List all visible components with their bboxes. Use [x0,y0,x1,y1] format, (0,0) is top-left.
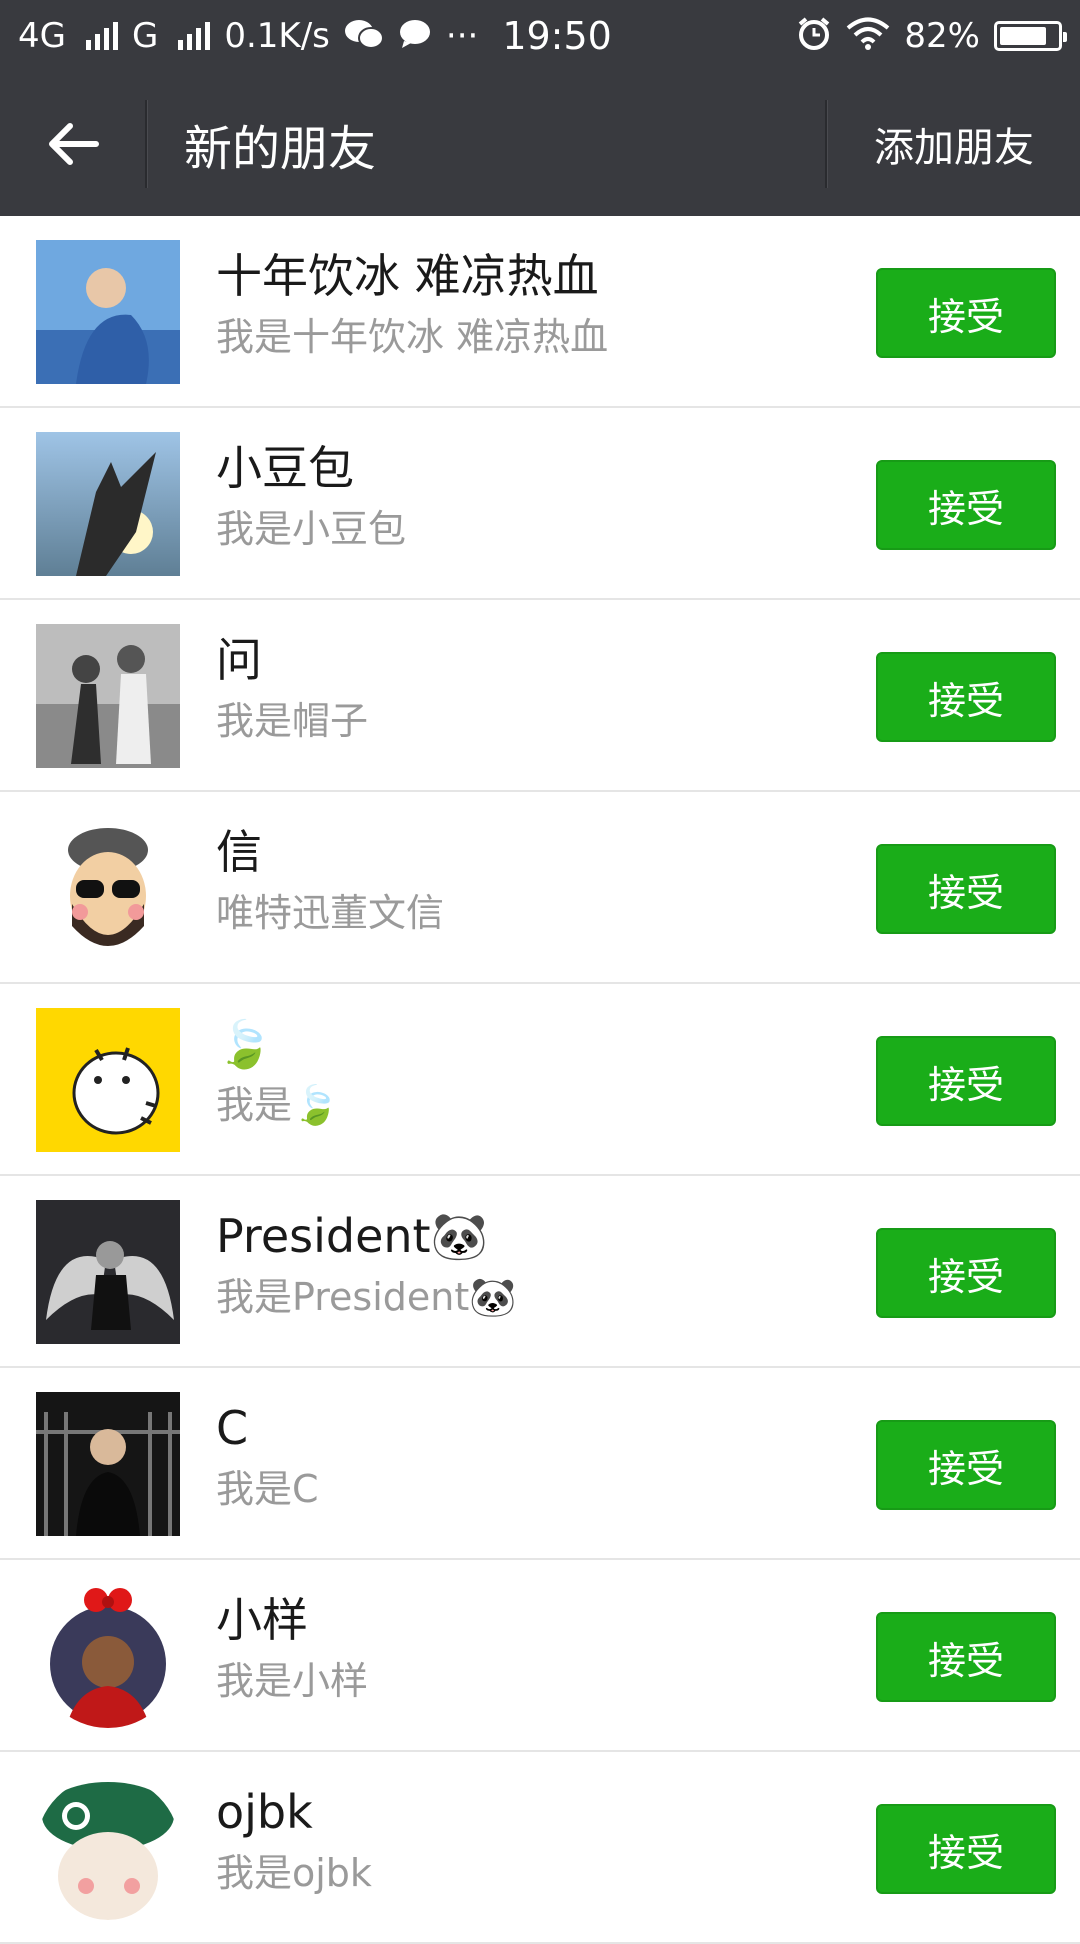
list-item[interactable]: 小样 我是小样 接受 [0,1560,1080,1752]
friend-name: ojbk [216,1785,313,1839]
accept-button[interactable]: 接受 [876,1228,1056,1318]
request-message: 我是小样 [216,1659,369,1703]
request-message: 我是C [216,1467,319,1511]
list-item[interactable]: 问 我是帽子 接受 [0,600,1080,792]
request-message: 我是ojbk [216,1851,372,1895]
avatar [36,624,180,768]
list-item[interactable]: President🐼 我是President🐼 接受 [0,1176,1080,1368]
friend-name: 十年饮冰 难凉热血 [216,249,599,303]
avatar [36,816,180,960]
alarm-icon [796,16,832,57]
network-4g-label: 4G [18,16,66,56]
network-g-label: G [131,16,159,56]
accept-button[interactable]: 接受 [876,1420,1056,1510]
battery-icon [994,21,1067,51]
friend-request-list: 十年饮冰 难凉热血 我是十年饮冰 难凉热血 接受 小豆包 我是小豆包 接受 问 … [0,216,1080,1944]
accept-button[interactable]: 接受 [876,1612,1056,1702]
accept-button[interactable]: 接受 [876,652,1056,742]
arrow-left-icon [48,123,99,165]
list-item[interactable]: 十年饮冰 难凉热血 我是十年饮冰 难凉热血 接受 [0,216,1080,408]
back-button[interactable] [0,72,145,216]
wechat-icon [344,18,384,55]
friend-name: President🐼 [216,1209,488,1263]
accept-button[interactable]: 接受 [876,1036,1056,1126]
avatar [36,1200,180,1344]
network-speed: 0.1K/s [224,16,330,56]
header: 新的朋友 添加朋友 [0,72,1080,216]
signal-icon [85,22,118,50]
list-item[interactable]: C 我是C 接受 [0,1368,1080,1560]
list-item[interactable]: 🍃 我是🍃 接受 [0,984,1080,1176]
avatar [36,1584,180,1728]
friend-name: 问 [216,633,262,687]
accept-button[interactable]: 接受 [876,844,1056,934]
request-message: 我是小豆包 [216,507,407,551]
add-friend-button[interactable]: 添加朋友 [828,72,1080,216]
request-message: 唯特迅董文信 [216,891,445,935]
accept-button[interactable]: 接受 [876,460,1056,550]
friend-name: 信 [216,825,262,879]
status-bar: 4G G 0.1K/s ··· 19:50 82% [0,0,1080,72]
more-status-icon: ··· [445,16,479,56]
message-icon [398,19,432,54]
list-item[interactable]: 信 唯特迅董文信 接受 [0,792,1080,984]
header-divider [145,100,148,188]
friend-name: 小豆包 [216,441,354,495]
wifi-icon [846,17,890,56]
accept-button[interactable]: 接受 [876,268,1056,358]
avatar [36,432,180,576]
request-message: 我是President🐼 [216,1275,517,1319]
avatar [36,1776,180,1920]
signal-icon [178,22,211,50]
request-message: 我是🍃 [216,1083,340,1127]
list-item[interactable]: ojbk 我是ojbk 接受 [0,1752,1080,1944]
avatar [36,1008,180,1152]
clock-time: 19:50 [502,14,612,58]
avatar [36,240,180,384]
page-title: 新的朋友 [184,121,377,177]
avatar [36,1392,180,1536]
accept-button[interactable]: 接受 [876,1804,1056,1894]
request-message: 我是帽子 [216,699,369,743]
request-message: 我是十年饮冰 难凉热血 [216,315,609,359]
friend-name: 小样 [216,1593,308,1647]
list-item[interactable]: 小豆包 我是小豆包 接受 [0,408,1080,600]
friend-name: C [216,1401,249,1455]
friend-name: 🍃 [216,1017,274,1071]
battery-percent: 82% [904,16,980,56]
